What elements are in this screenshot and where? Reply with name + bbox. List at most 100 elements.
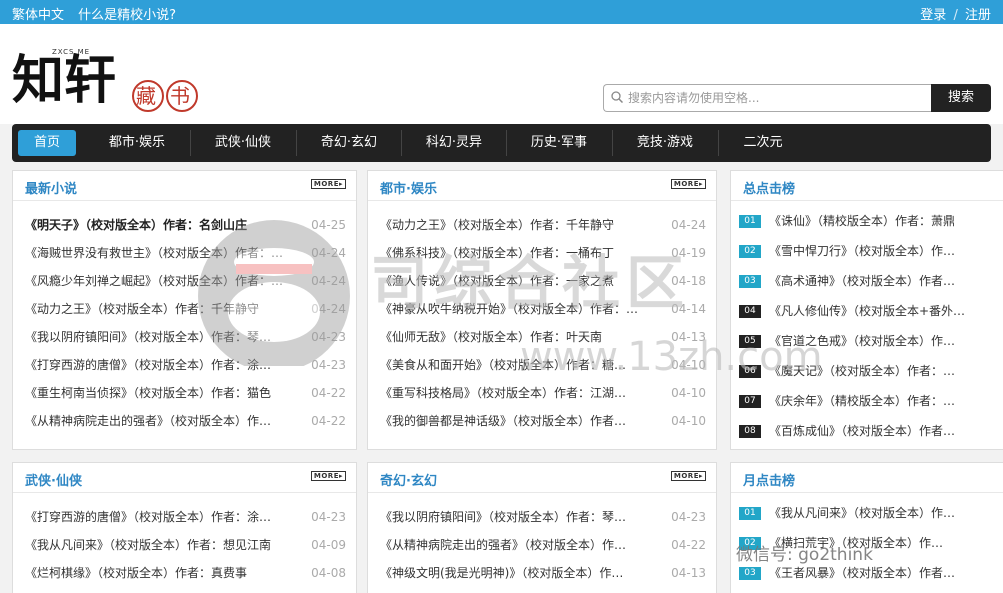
list-item[interactable]: 《打穿西游的唐僧》（校对版全本）作者：涂… 04-23	[25, 503, 346, 531]
list-item[interactable]: 08 《百炼成仙》（校对版全本）作者…	[739, 417, 1003, 447]
nav-fantasy[interactable]: 奇幻·玄幻	[308, 130, 390, 156]
novel-title[interactable]: 《风瘾少年刘禅之崛起》（校对版全本）作者：…	[25, 267, 298, 295]
novel-title[interactable]: 《诛仙》（精校版全本）作者：萧鼎	[769, 207, 1003, 235]
wechat-id: 微信号: go2think	[736, 545, 873, 565]
novel-title[interactable]: 《动力之王》（校对版全本）作者：千年静守	[380, 211, 658, 239]
novel-title[interactable]: 《打穿西游的唐僧》（校对版全本）作者：涂…	[25, 351, 298, 379]
more-button[interactable]: MORE▸	[310, 179, 346, 189]
novel-list: 《打穿西游的唐僧》（校对版全本）作者：涂… 04-23 《我从凡间来》（校对版全本…	[25, 503, 346, 587]
panel-header: 总点击榜	[731, 171, 1003, 201]
novel-date: 04-22	[671, 538, 706, 552]
nav-divider	[718, 130, 719, 156]
site-logo[interactable]: 知轩 ZXCS.ME 藏 书	[12, 40, 212, 118]
list-item[interactable]: 07 《庆余年》（精校版全本）作者：…	[739, 387, 1003, 417]
login-link[interactable]: 登录	[920, 8, 946, 23]
nav-divider	[612, 130, 613, 156]
list-item[interactable]: 04 《凡人修仙传》（校对版全本+番外…	[739, 297, 1003, 327]
novel-title[interactable]: 《明天子》（校对版全本）作者：名剑山庄	[25, 211, 298, 239]
list-item[interactable]: 02 《雪中悍刀行》（校对版全本）作…	[739, 237, 1003, 267]
novel-title[interactable]: 《烂柯棋缘》（校对版全本）作者：真费事	[25, 559, 298, 587]
list-item[interactable]: 《海贼世界没有救世主》（校对版全本）作者：… 04-24	[25, 239, 346, 267]
novel-title[interactable]: 《我以阴府镇阳间》（校对版全本）作者：琴…	[25, 323, 298, 351]
nav-urban[interactable]: 都市·娱乐	[96, 130, 178, 156]
rank-number: 07	[739, 395, 761, 408]
list-item[interactable]: 《我以阴府镇阳间》（校对版全本）作者：琴… 04-23	[380, 503, 706, 531]
list-item[interactable]: 《风瘾少年刘禅之崛起》（校对版全本）作者：… 04-24	[25, 267, 346, 295]
novel-date: 04-09	[311, 538, 346, 552]
list-item[interactable]: 03 《高术通神》（校对版全本）作者…	[739, 267, 1003, 297]
watermark-url: www.13zh.com	[520, 334, 823, 380]
search-button[interactable]: 搜索	[931, 84, 991, 112]
list-item[interactable]: 01 《我从凡间来》（校对版全本）作…	[739, 499, 1003, 529]
panel-title: 月点击榜	[743, 474, 796, 489]
novel-date: 04-23	[671, 510, 706, 524]
novel-title[interactable]: 《我从凡间来》（校对版全本）作者：想见江南	[25, 531, 298, 559]
top-links: 繁体中文 什么是精校小说?	[12, 4, 186, 23]
novel-date: 04-24	[671, 218, 706, 232]
list-item[interactable]: 《我从凡间来》（校对版全本）作者：想见江南 04-09	[25, 531, 346, 559]
novel-date: 04-13	[671, 566, 706, 580]
auth-links: 登录 / 注册	[920, 4, 991, 23]
list-item[interactable]: 《神级文明(我是光明神)》（校对版全本）作… 04-13	[380, 559, 706, 587]
novel-title[interactable]: 《庆余年》（精校版全本）作者：…	[769, 387, 1003, 415]
novel-title[interactable]: 《从精神病院走出的强者》（校对版全本）作…	[380, 531, 658, 559]
novel-title[interactable]: 《神级文明(我是光明神)》（校对版全本）作…	[380, 559, 658, 587]
list-item[interactable]: 《动力之王》（校对版全本）作者：千年静守 04-24	[380, 211, 706, 239]
novel-title[interactable]: 《百炼成仙》（校对版全本）作者…	[769, 417, 1003, 445]
more-button[interactable]: MORE▸	[310, 471, 346, 481]
nav-divider	[506, 130, 507, 156]
what-is-proofread-link[interactable]: 什么是精校小说?	[78, 8, 176, 23]
novel-title[interactable]: 《高术通神》（校对版全本）作者…	[769, 267, 1003, 295]
rank-number: 02	[739, 245, 761, 258]
panel-title[interactable]: 最新小说	[25, 178, 77, 197]
list-item[interactable]: 《我以阴府镇阳间》（校对版全本）作者：琴… 04-23	[25, 323, 346, 351]
list-item[interactable]: 01 《诛仙》（精校版全本）作者：萧鼎	[739, 207, 1003, 237]
list-item[interactable]: 《从精神病院走出的强者》（校对版全本）作… 04-22	[380, 531, 706, 559]
novel-title[interactable]: 《重生柯南当侦探》（校对版全本）作者：猫色	[25, 379, 298, 407]
list-item[interactable]: 《烂柯棋缘》（校对版全本）作者：真费事 04-08	[25, 559, 346, 587]
novel-title[interactable]: 《我从凡间来》（校对版全本）作…	[769, 499, 1003, 527]
list-item[interactable]: 《我的御兽都是神话级》（校对版全本）作者… 04-10	[380, 407, 706, 435]
nav-wuxia[interactable]: 武侠·仙侠	[202, 130, 284, 156]
nav-history[interactable]: 历史·军事	[518, 130, 600, 156]
panel-title[interactable]: 武侠·仙侠	[25, 470, 82, 489]
novel-title[interactable]: 《凡人修仙传》（校对版全本+番外…	[769, 297, 1003, 325]
nav-scifi[interactable]: 科幻·灵异	[413, 130, 495, 156]
nav-divider	[296, 130, 297, 156]
list-item[interactable]: 《明天子》（校对版全本）作者：名剑山庄 04-25	[25, 211, 346, 239]
novel-date: 04-08	[311, 566, 346, 580]
panel-title[interactable]: 奇幻·玄幻	[380, 470, 437, 489]
novel-title[interactable]: 《重写科技格局》（校对版全本）作者：江湖…	[380, 379, 658, 407]
main-nav: 首页 都市·娱乐 武侠·仙侠 奇幻·玄幻 科幻·灵异 历史·军事 竞技·游戏 二…	[12, 124, 991, 162]
panel-header: 都市·娱乐 MORE▸	[368, 171, 716, 201]
novel-title[interactable]: 《打穿西游的唐僧》（校对版全本）作者：涂…	[25, 503, 298, 531]
nav-divider	[401, 130, 402, 156]
register-link[interactable]: 注册	[965, 8, 991, 23]
list-item[interactable]: 《从精神病院走出的强者》（校对版全本）作… 04-22	[25, 407, 346, 435]
novel-date: 04-25	[311, 218, 346, 232]
auth-divider: /	[953, 8, 958, 23]
nav-anime[interactable]: 二次元	[730, 130, 796, 156]
list-item[interactable]: 《重写科技格局》（校对版全本）作者：江湖… 04-10	[380, 379, 706, 407]
nav-home[interactable]: 首页	[18, 130, 76, 156]
traditional-chinese-link[interactable]: 繁体中文	[12, 8, 64, 23]
rank-list: 01 《诛仙》（精校版全本）作者：萧鼎 02 《雪中悍刀行》（校对版全本）作… 03…	[739, 207, 1003, 447]
novel-title[interactable]: 《我以阴府镇阳间》（校对版全本）作者：琴…	[380, 503, 658, 531]
panel-title[interactable]: 都市·娱乐	[380, 178, 437, 197]
panel-header: 最新小说 MORE▸	[13, 171, 356, 201]
novel-title[interactable]: 《从精神病院走出的强者》（校对版全本）作…	[25, 407, 298, 435]
novel-title[interactable]: 《动力之王》（校对版全本）作者：千年静守	[25, 295, 298, 323]
novel-title[interactable]: 《海贼世界没有救世主》（校对版全本）作者：…	[25, 239, 298, 267]
search-input[interactable]: 搜索内容请勿使用空格...	[603, 84, 931, 112]
nav-games[interactable]: 竞技·游戏	[624, 130, 706, 156]
list-item[interactable]: 《打穿西游的唐僧》（校对版全本）作者：涂… 04-23	[25, 351, 346, 379]
more-button[interactable]: MORE▸	[670, 471, 706, 481]
panel-header: 武侠·仙侠 MORE▸	[13, 463, 356, 493]
list-item[interactable]: 《重生柯南当侦探》（校对版全本）作者：猫色 04-22	[25, 379, 346, 407]
panel-title: 总点击榜	[743, 182, 796, 197]
header: 知轩 ZXCS.ME 藏 书 搜索内容请勿使用空格... 搜索	[0, 24, 1003, 124]
more-button[interactable]: MORE▸	[670, 179, 706, 189]
list-item[interactable]: 《动力之王》（校对版全本）作者：千年静守 04-24	[25, 295, 346, 323]
novel-title[interactable]: 《雪中悍刀行》（校对版全本）作…	[769, 237, 1003, 265]
novel-title[interactable]: 《我的御兽都是神话级》（校对版全本）作者…	[380, 407, 658, 435]
